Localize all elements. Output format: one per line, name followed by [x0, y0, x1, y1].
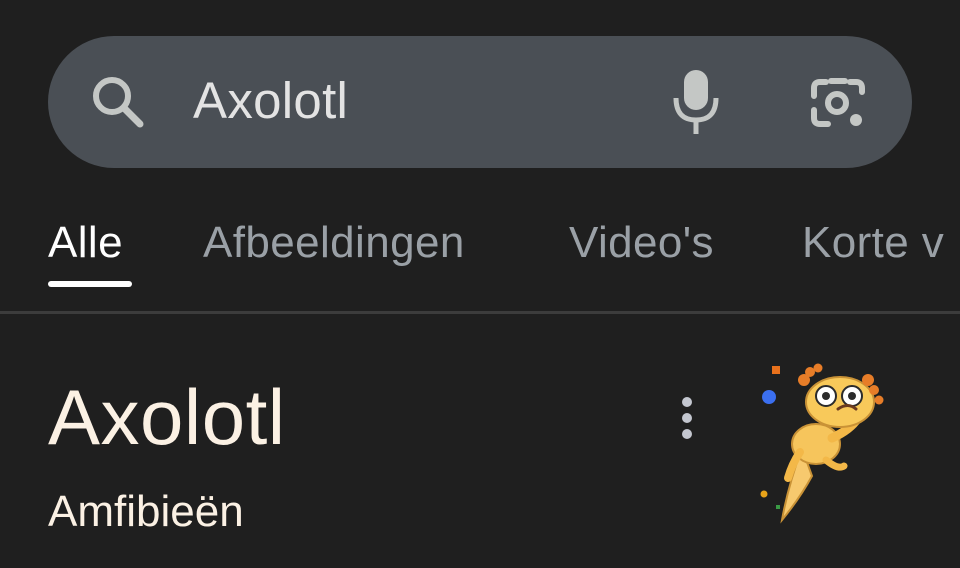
search-bar[interactable]: Axolotl: [48, 36, 912, 168]
microphone-icon[interactable]: [670, 68, 722, 136]
knowledge-panel-subtitle: Amfibieën: [48, 487, 244, 536]
more-vert-icon[interactable]: [670, 392, 704, 446]
tab-afbeeldingen[interactable]: Afbeeldingen: [203, 218, 465, 268]
search-icon[interactable]: [90, 74, 146, 130]
tab-alle[interactable]: Alle: [48, 218, 123, 268]
search-tabs: Alle Afbeeldingen Video's Korte v: [0, 200, 960, 312]
search-query-text[interactable]: Axolotl: [193, 71, 348, 131]
tabs-divider: [0, 311, 960, 314]
camera-lens-icon[interactable]: [808, 74, 868, 132]
active-tab-indicator: [48, 281, 132, 287]
tab-korte-videos[interactable]: Korte v: [802, 218, 944, 268]
knowledge-panel-title: Axolotl: [48, 373, 286, 461]
tab-videos[interactable]: Video's: [569, 218, 714, 268]
axolotl-illustration[interactable]: [740, 352, 920, 542]
